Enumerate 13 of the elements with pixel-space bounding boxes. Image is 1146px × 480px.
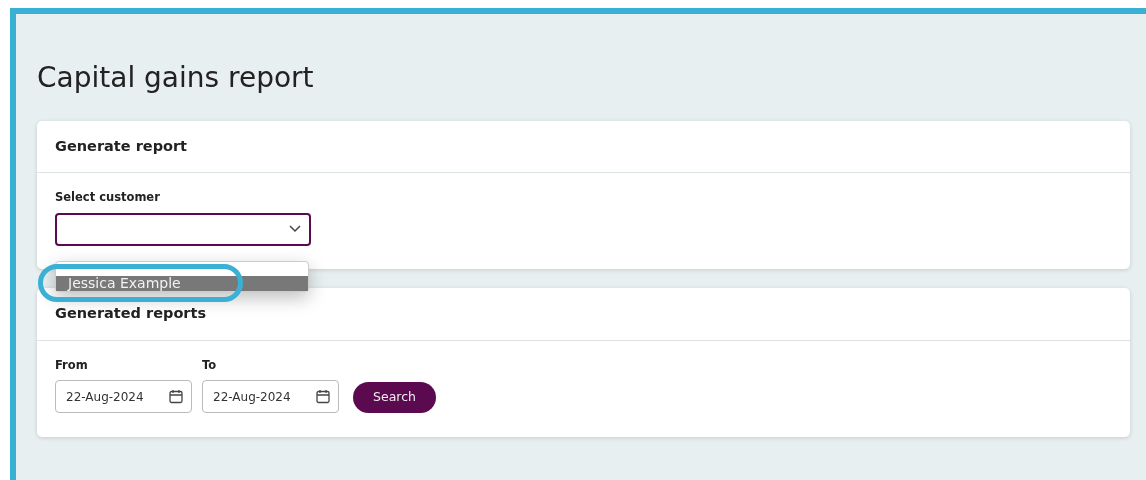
calendar-icon [316, 389, 330, 405]
field-label: Select customer [55, 189, 161, 207]
customer-select[interactable] [55, 212, 311, 246]
search-button[interactable]: Search [353, 382, 436, 414]
field-label: From [55, 357, 89, 375]
calendar-icon [169, 389, 183, 405]
field-label: To [202, 357, 218, 375]
chevron-down-icon [289, 225, 301, 234]
date-field[interactable]: 22-Aug-2024 [55, 380, 192, 414]
page-title: Capital gains report [37, 61, 315, 95]
card-title: Generate report [37, 120, 1130, 174]
date-field[interactable]: 22-Aug-2024 [202, 380, 339, 414]
dropdown-option[interactable]: Jessica Example [56, 276, 308, 292]
